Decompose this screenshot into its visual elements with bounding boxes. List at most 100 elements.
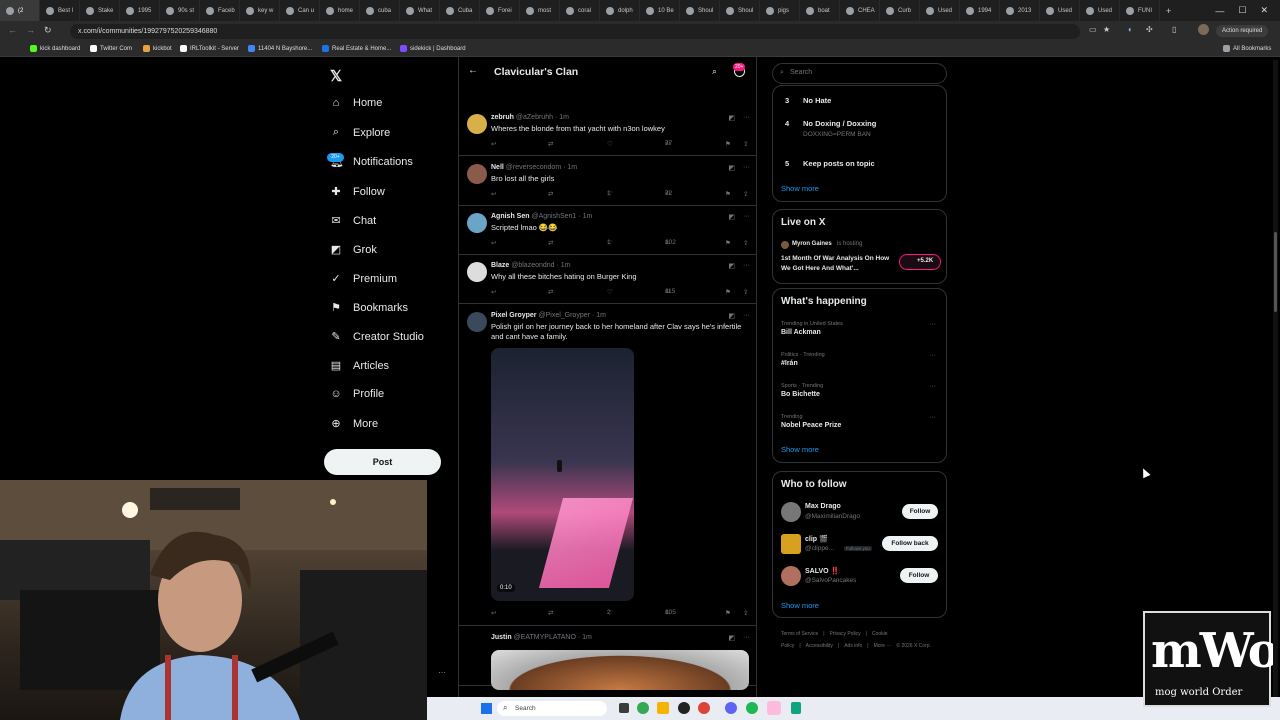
nav-articles[interactable]: ▤ Articles	[330, 359, 389, 373]
views-action[interactable]: ılı 72	[665, 190, 672, 197]
browser-tab[interactable]: boat	[800, 0, 840, 21]
follow-button[interactable]: Follow back	[882, 536, 938, 551]
bookmark-icon[interactable]: ⚑	[725, 239, 731, 247]
x-logo-icon[interactable]: 𝕏	[330, 67, 342, 85]
more-options-icon[interactable]: ···	[743, 213, 750, 221]
footer-link[interactable]: More ···	[874, 643, 892, 649]
more-options-icon[interactable]: ···	[743, 114, 750, 122]
like-action[interactable]: ♡	[607, 288, 613, 296]
trends-show-more[interactable]: Show more	[781, 445, 819, 454]
post-avatar[interactable]	[467, 114, 487, 134]
chrome-icon[interactable]	[698, 702, 710, 714]
follow-button[interactable]: Follow	[900, 568, 938, 583]
page-scrollbar[interactable]	[1273, 60, 1278, 697]
share-icon[interactable]: ⇪	[743, 239, 748, 247]
post-handle[interactable]: @AgnishSen1	[531, 213, 576, 220]
browser-tab[interactable]: CHEA	[840, 0, 880, 21]
browser-tab[interactable]: 90s st	[160, 0, 200, 21]
browser-tab[interactable]: Used	[1040, 0, 1080, 21]
browser-tab[interactable]: Used	[920, 0, 960, 21]
browser-tab[interactable]: What	[400, 0, 440, 21]
more-options-icon[interactable]: ···	[743, 634, 750, 642]
grok-icon[interactable]: ◩	[728, 164, 735, 172]
repost-action[interactable]: ⇄	[548, 140, 553, 148]
follow-avatar[interactable]	[781, 534, 801, 554]
search-icon[interactable]: ⌕	[712, 66, 717, 77]
scrollbar-thumb[interactable]	[1274, 232, 1277, 312]
repost-action[interactable]: ⇄	[548, 239, 553, 247]
like-action[interactable]: ♡ 1	[607, 190, 613, 198]
bookmark-icon[interactable]: ⚑	[725, 190, 731, 198]
sidepanel-icon[interactable]: ▯	[1172, 25, 1176, 34]
browser-tab[interactable]: 1994	[960, 0, 1000, 21]
search-box[interactable]: ⌕ Search	[772, 63, 947, 84]
nav-more[interactable]: ⊕ More	[330, 417, 378, 431]
footer-link[interactable]: Terms of Service	[781, 631, 818, 637]
live-host[interactable]: Myron Gaines	[792, 241, 832, 247]
post[interactable]: Nell @reversecondom · 1m ◩ ··· Bro lost all…	[459, 156, 756, 206]
trend-item[interactable]: Trending Nobel Peace Prize ···	[781, 414, 941, 438]
app-icon-4[interactable]	[767, 701, 781, 715]
post-author[interactable]: Justin	[491, 634, 512, 641]
browser-tab[interactable]: Faceb	[200, 0, 240, 21]
follow-name[interactable]: SALVO ‼️	[805, 567, 839, 575]
post-handle[interactable]: @aZebruhh	[516, 114, 553, 121]
maximize-icon[interactable]: ☐	[1238, 5, 1246, 16]
post[interactable]: zebruh @aZebruhh · 1m ◩ ··· Wheres the blon…	[459, 106, 756, 156]
post-avatar[interactable]	[467, 164, 487, 184]
follow-button[interactable]: Follow	[902, 504, 938, 519]
cast-icon[interactable]: ▭	[1089, 25, 1097, 34]
bookmark-icon[interactable]: ⚑	[725, 609, 731, 617]
reply-action[interactable]: ↩	[491, 288, 496, 296]
browser-tab[interactable]: Stake	[80, 0, 120, 21]
nav-bookmarks[interactable]: ⚑ Bookmarks	[330, 301, 408, 315]
action-required-chip[interactable]: Action required	[1216, 25, 1269, 37]
windows-start-icon[interactable]	[481, 703, 492, 714]
post-time[interactable]: 1m	[582, 634, 592, 641]
nav-chat[interactable]: ✉ Chat	[330, 214, 376, 228]
back-arrow-icon[interactable]: ←	[468, 65, 478, 76]
browser-tab[interactable]: (2	[0, 0, 40, 21]
grok-icon[interactable]: ◩	[728, 312, 735, 320]
minimize-icon[interactable]: —	[1215, 6, 1224, 16]
app-icon-5[interactable]	[791, 702, 801, 714]
more-options-icon[interactable]: ···	[743, 262, 750, 270]
browser-tab[interactable]: FUNI	[1120, 0, 1160, 21]
trend-more-icon[interactable]: ···	[929, 383, 936, 390]
url-bar[interactable]: x.com/i/communities/1992797520259346880	[70, 24, 1080, 39]
browser-tab[interactable]: Shoul	[720, 0, 760, 21]
grok-icon[interactable]: ◩	[728, 634, 735, 642]
nav-grok[interactable]: ◩ Grok	[330, 243, 377, 257]
rules-show-more[interactable]: Show more	[781, 184, 819, 193]
extension-icon[interactable]: ◐	[1128, 25, 1133, 34]
views-action[interactable]: ılı 115	[665, 288, 675, 295]
nav-profile[interactable]: ☺ Profile	[330, 388, 384, 400]
app-icon-3[interactable]	[725, 702, 737, 714]
post[interactable]: Pixel Groyper @Pixel_Groyper · 1m ◩ ··· Pol…	[459, 304, 756, 626]
back-icon[interactable]: ←	[8, 25, 17, 35]
account-more-icon[interactable]: ···	[438, 668, 446, 677]
bookmark-icon[interactable]: ⚑	[725, 288, 731, 296]
follow-show-more[interactable]: Show more	[781, 601, 819, 610]
post-avatar[interactable]	[467, 213, 487, 233]
spotify-icon[interactable]	[746, 702, 758, 714]
close-icon[interactable]: ✕	[1260, 5, 1268, 16]
nav-home[interactable]: ⌂ Home	[330, 97, 383, 109]
post-button[interactable]: Post	[324, 449, 441, 475]
browser-tab[interactable]: pigs	[760, 0, 800, 21]
views-action[interactable]: ılı 105	[665, 609, 676, 616]
like-action[interactable]: ♡	[607, 140, 613, 148]
follow-name[interactable]: Max Drago	[805, 503, 841, 510]
browser-tab[interactable]: coral	[560, 0, 600, 21]
trend-item[interactable]: Politics · Trending #Irán ···	[781, 352, 941, 376]
share-icon[interactable]: ⇪	[743, 288, 748, 296]
repost-action[interactable]: ⇄	[548, 609, 553, 617]
post-handle[interactable]: @blazeondnd	[511, 262, 554, 269]
taskbar-search[interactable]: Search	[497, 701, 607, 716]
bookmark-item[interactable]: Real Estate & Home...	[322, 45, 391, 52]
post-author[interactable]: Nell	[491, 164, 504, 171]
browser-tab[interactable]: Forei	[480, 0, 520, 21]
post-image[interactable]	[491, 650, 749, 690]
bookmark-item[interactable]: sidekick | Dashboard	[400, 45, 466, 52]
more-options-icon[interactable]: ···	[743, 312, 750, 320]
